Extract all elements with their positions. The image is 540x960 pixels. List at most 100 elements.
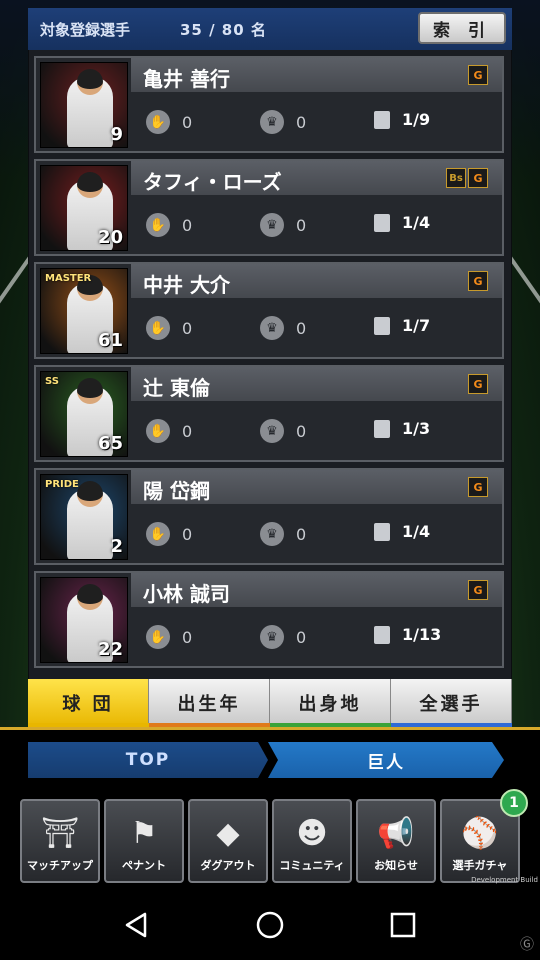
player-card[interactable]: 9 亀井 善行 G ✋ 0 ♛ 0 1/9 bbox=[34, 56, 504, 153]
team-icons: G bbox=[468, 477, 488, 497]
menu-button[interactable]: 📢 お知らせ bbox=[356, 799, 436, 883]
panel-title: 対象登録選手 bbox=[40, 20, 131, 39]
player-name: 亀井 善行 bbox=[143, 67, 230, 91]
team-logo-icon: G bbox=[468, 477, 488, 497]
japan-map-icon: ⛩ bbox=[40, 816, 80, 851]
menu-button[interactable]: ☻ コミュニティ bbox=[272, 799, 352, 883]
filter-tabs: 球 団 出生年 出身地 全選手 bbox=[28, 679, 512, 727]
stat-crown: ♛ 0 bbox=[260, 110, 306, 134]
stat-crown: ♛ 0 bbox=[260, 419, 306, 443]
index-button[interactable]: 索 引 bbox=[418, 12, 506, 44]
player-portrait: 22 bbox=[40, 577, 128, 663]
glove-icon: ✋ bbox=[146, 316, 170, 340]
filter-tab-label: 出生年 bbox=[149, 679, 270, 727]
glove-icon: ✋ bbox=[146, 625, 170, 649]
player-head bbox=[77, 172, 103, 198]
stat-cards: 1/4 bbox=[374, 213, 430, 232]
player-head bbox=[77, 584, 103, 610]
stat-glove: ✋ 0 bbox=[146, 419, 192, 443]
player-card[interactable]: PRIDE 2 陽 岱鋼 G ✋ 0 ♛ 0 1/4 bbox=[34, 468, 504, 565]
breadcrumb-team[interactable]: 巨人 bbox=[268, 742, 504, 778]
crown-icon: ♛ bbox=[260, 625, 284, 649]
team-logo-icon: G bbox=[468, 580, 488, 600]
filter-tab[interactable]: 全選手 bbox=[391, 679, 512, 727]
player-portrait: PRIDE 2 bbox=[40, 474, 128, 560]
back-icon[interactable] bbox=[117, 905, 157, 945]
player-head bbox=[77, 481, 103, 507]
stat-value: 0 bbox=[296, 627, 307, 647]
menu-label: コミュニティ bbox=[279, 859, 345, 872]
player-head bbox=[77, 69, 103, 95]
stat-value: 0 bbox=[182, 421, 193, 441]
filter-tab[interactable]: 出生年 bbox=[149, 679, 270, 727]
menu-label: お知らせ bbox=[374, 859, 418, 872]
glove-icon: ✋ bbox=[146, 419, 170, 443]
breadcrumb: TOP 巨人 bbox=[28, 742, 504, 778]
stat-value: 0 bbox=[296, 524, 307, 544]
menu-button[interactable]: ◆ ダグアウト bbox=[188, 799, 268, 883]
stat-value: 0 bbox=[296, 215, 307, 235]
card-badge: SS bbox=[45, 376, 59, 387]
crown-icon: ♛ bbox=[260, 110, 284, 134]
stat-value: 0 bbox=[296, 112, 307, 132]
card-count: 1/9 bbox=[402, 110, 431, 129]
player-portrait: 20 bbox=[40, 165, 128, 251]
card-count: 1/4 bbox=[402, 522, 431, 541]
dugout-icon: ◆ bbox=[216, 816, 240, 851]
android-nav-bar bbox=[0, 890, 540, 960]
menu-label: ダグアウト bbox=[200, 859, 256, 872]
recents-icon[interactable] bbox=[383, 905, 423, 945]
team-icons: G bbox=[468, 65, 488, 85]
glove-icon: ✋ bbox=[146, 522, 170, 546]
stat-crown: ♛ 0 bbox=[260, 522, 306, 546]
stat-value: 0 bbox=[182, 112, 193, 132]
home-icon[interactable] bbox=[250, 905, 290, 945]
stat-cards: 1/7 bbox=[374, 316, 430, 335]
breadcrumb-top[interactable]: TOP bbox=[28, 742, 268, 778]
stat-value: 0 bbox=[296, 318, 307, 338]
stat-glove: ✋ 0 bbox=[146, 625, 192, 649]
uniform-number: 2 bbox=[110, 536, 123, 557]
player-name: 小林 誠司 bbox=[143, 582, 230, 606]
stat-crown: ♛ 0 bbox=[260, 213, 306, 237]
filter-tab[interactable]: 球 団 bbox=[28, 679, 149, 727]
card-stack-icon bbox=[374, 213, 390, 232]
menu-button[interactable]: ⚾ 選手ガチャ 1 bbox=[440, 789, 528, 883]
team-icons: G bbox=[468, 271, 488, 291]
player-card[interactable]: MASTER 61 中井 大介 G ✋ 0 ♛ 0 1/7 bbox=[34, 262, 504, 359]
player-card[interactable]: SS 65 辻 東倫 G ✋ 0 ♛ 0 1/3 bbox=[34, 365, 504, 462]
filter-tab[interactable]: 出身地 bbox=[270, 679, 391, 727]
card-stack-icon bbox=[374, 419, 390, 438]
stat-glove: ✋ 0 bbox=[146, 316, 192, 340]
uniform-number: 20 bbox=[97, 227, 123, 248]
team-logo-icon: Bs bbox=[446, 168, 466, 188]
player-name: 陽 岱鋼 bbox=[143, 479, 210, 503]
menu-button[interactable]: ⚑ ペナント bbox=[104, 799, 184, 883]
build-label: Development Build bbox=[471, 876, 538, 884]
player-portrait: 9 bbox=[40, 62, 128, 148]
pennant-icon: ⚑ bbox=[130, 816, 158, 851]
player-card[interactable]: 20 タフィ・ローズ Bs G ✋ 0 ♛ 0 1/4 bbox=[34, 159, 504, 256]
player-list: 9 亀井 善行 G ✋ 0 ♛ 0 1/9 20 タフィ・ローズ Bs G ✋ 0 bbox=[34, 56, 504, 674]
crown-icon: ♛ bbox=[260, 522, 284, 546]
gacha-player-icon: ⚾ bbox=[461, 816, 499, 851]
filter-tab-label: 全選手 bbox=[391, 679, 512, 727]
stat-cards: 1/9 bbox=[374, 110, 430, 129]
stat-glove: ✋ 0 bbox=[146, 213, 192, 237]
player-head bbox=[77, 378, 103, 404]
megaphone-icon: 📢 bbox=[377, 816, 415, 851]
player-card[interactable]: 22 小林 誠司 G ✋ 0 ♛ 0 1/13 bbox=[34, 571, 504, 668]
uniform-number: 22 bbox=[97, 639, 123, 660]
filter-tab-label: 出身地 bbox=[270, 679, 391, 727]
team-logo-icon: G bbox=[468, 65, 488, 85]
stat-crown: ♛ 0 bbox=[260, 316, 306, 340]
stat-glove: ✋ 0 bbox=[146, 110, 192, 134]
card-count: 1/7 bbox=[402, 316, 431, 335]
main-menu: ⛩ マッチアップ ⚑ ペナント ◆ ダグアウト ☻ コミュニティ 📢 お知らせ … bbox=[20, 789, 528, 883]
card-stack-icon bbox=[374, 110, 390, 129]
stat-value: 0 bbox=[296, 421, 307, 441]
menu-button[interactable]: ⛩ マッチアップ bbox=[20, 799, 100, 883]
filter-tab-label: 球 団 bbox=[28, 679, 149, 727]
menu-label: マッチアップ bbox=[27, 859, 93, 872]
card-stack-icon bbox=[374, 522, 390, 541]
